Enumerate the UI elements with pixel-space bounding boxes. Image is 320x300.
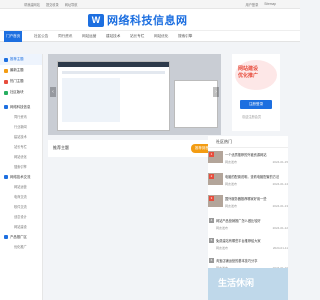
rank-badge: 1 (209, 152, 214, 157)
sidebar-sub-item[interactable]: 建站技术 (0, 132, 42, 142)
next-arrow-icon[interactable]: › (213, 87, 219, 97)
nav-item[interactable]: 同行资讯 (56, 31, 74, 42)
banner-image (57, 61, 170, 131)
sidebar-sub-item[interactable]: 创意设计 (0, 212, 42, 222)
nav-item[interactable]: 搜索引擎 (176, 31, 194, 42)
nav-item-home[interactable]: 门户首页 (4, 31, 23, 42)
recommend-title: 推荐主题 (53, 145, 69, 150)
item-date: 2024-01-15 (272, 160, 288, 164)
nav-item[interactable]: 站长专栏 (128, 31, 146, 42)
sidebar-sub-item[interactable]: 网站优化 (0, 152, 42, 162)
list-item[interactable]: 1 一个优质推荐的外链资源网站 网友发布 2024-01-15 (208, 150, 288, 171)
list-item[interactable]: 5 免费建站有哪些平台推荐给大家 网友发布 2024-01-11 (208, 236, 288, 257)
register-card: 网站建设 优化推广 注册登录 欢迎注册会员 (232, 54, 280, 131)
sidebar-sub-item[interactable]: 优化推广 (0, 242, 42, 252)
promo-line: 网站建设 (238, 66, 259, 72)
sidebar-sub-item[interactable]: 网站运营 (0, 182, 42, 192)
fire-icon (4, 79, 8, 84)
top-bar: 帮我建网站 提交收录 网址导航 用户登录 Sitemap (0, 0, 300, 9)
star-icon (4, 57, 8, 62)
item-title[interactable]: 国外服务器推荐哪家好用一些 (225, 196, 288, 201)
banner-carousel[interactable]: ‹ › (48, 54, 221, 135)
register-button[interactable]: 注册登录 (240, 100, 272, 109)
main-nav: 门户首页 社区公告 同行资讯 网站运营 建站技术 站长专栏 网站优化 搜索引擎 (0, 30, 300, 42)
sidebar-item-label: 社区版块 (10, 90, 24, 94)
sidebar-sub-item[interactable]: 同行资讯 (0, 112, 42, 122)
sitemap-link[interactable]: Sitemap (264, 2, 276, 7)
item-author: 网友发布 (216, 246, 229, 250)
sidebar-group[interactable]: 网络技术交流 (0, 172, 42, 182)
sidebar-group[interactable]: 网络科技信息 (0, 102, 42, 112)
top-link[interactable]: 提交收录 (46, 2, 59, 7)
item-author: 网友发布 (225, 182, 238, 186)
sidebar-item-recommended[interactable]: 推荐主题 (0, 54, 42, 65)
ad-text: 生活休闲 (218, 279, 255, 289)
sidebar-group[interactable]: 产品推广区 (0, 232, 42, 242)
rank-badge: 4 (209, 218, 214, 223)
rank-badge: 3 (209, 196, 214, 201)
item-title[interactable]: 一个优质推荐的外链资源网站 (225, 152, 288, 157)
login-link[interactable]: 用户登录 (246, 2, 259, 7)
site-title: 网络科技信息网 (107, 14, 188, 27)
sidebar-sub-item[interactable]: 行业新闻 (0, 122, 42, 132)
item-author: 网友发布 (225, 160, 238, 164)
sidebar-sub-item[interactable]: 软件交流 (0, 202, 42, 212)
logo-icon: W (88, 13, 104, 27)
list-item[interactable]: 3 国外服务器推荐哪家好用一些 网友发布 2024-01-13 (208, 194, 288, 215)
prev-arrow-icon[interactable]: ‹ (50, 87, 56, 97)
sidebar-sub-item[interactable]: 电商交流 (0, 192, 42, 202)
promo-line: 优化推广 (238, 73, 259, 79)
ad-banner[interactable]: 生活休闲 (208, 268, 288, 300)
sidebar-group-label: 网络技术交流 (10, 175, 31, 179)
folder-icon (4, 175, 8, 179)
item-date: 2024-01-13 (272, 204, 288, 208)
nav-item[interactable]: 网站运营 (80, 31, 98, 42)
sidebar: 推荐主题 最新主题 热门主题 社区版块 网络科技信息 同行资讯 行业新闻 建站技… (0, 54, 43, 300)
top-link[interactable]: 帮我建网站 (24, 2, 40, 7)
clock-icon (4, 68, 8, 73)
item-date: 2024-01-14 (272, 182, 288, 186)
sidebar-sub-item[interactable]: 搜索引擎 (0, 162, 42, 172)
folder-icon (4, 235, 8, 239)
list-item[interactable]: 4 网站产品营销推广怎么做比较好 网友发布 2024-01-12 (208, 216, 288, 237)
sidebar-group-label: 网络科技信息 (10, 105, 31, 109)
register-hint: 欢迎注册会员 (242, 115, 262, 119)
grid-icon (4, 90, 8, 95)
top-link[interactable]: 网址导航 (65, 2, 78, 7)
nav-item[interactable]: 社区公告 (32, 31, 50, 42)
folder-icon (4, 105, 8, 109)
item-date: 2024-01-11 (272, 246, 288, 250)
sidebar-group-label: 产品推广区 (10, 235, 27, 239)
banner-image-secondary (174, 80, 218, 128)
sidebar-item-label: 最新主题 (10, 68, 24, 72)
promo-text: 网站建设 优化推广 (238, 66, 258, 80)
item-title[interactable]: 网站产品营销推广怎么做比较好 (216, 218, 288, 223)
sidebar-item-latest[interactable]: 最新主题 (0, 65, 42, 76)
site-logo[interactable]: W 网络科技信息网 (88, 12, 188, 28)
sidebar-sub-item[interactable]: 站长专栏 (0, 142, 42, 152)
item-title[interactable]: 免费建站有哪些平台推荐给大家 (216, 238, 288, 243)
recommend-bar: 推荐主题 推荐到首页 (48, 140, 221, 157)
item-author: 网友发布 (216, 226, 229, 230)
list-item[interactable]: 2 电脑的配置说明，查看电脑配置的方法 网友发布 2024-01-14 (208, 172, 288, 193)
rank-badge: 5 (209, 238, 214, 243)
rank-badge: 6 (209, 258, 214, 263)
hot-list-title: 社区热门 (208, 136, 288, 148)
rank-badge: 2 (209, 174, 214, 179)
sidebar-item-boards[interactable]: 社区版块 (0, 87, 42, 98)
nav-item[interactable]: 网站优化 (152, 31, 170, 42)
item-title[interactable]: 电脑的配置说明，查看电脑配置的方法 (225, 174, 288, 179)
sidebar-item-label: 热门主题 (10, 79, 24, 83)
nav-item[interactable]: 建站技术 (104, 31, 122, 42)
sidebar-item-hot[interactable]: 热门主题 (0, 76, 42, 87)
header: W 网络科技信息网 (0, 9, 300, 30)
item-author: 网友发布 (225, 204, 238, 208)
item-title[interactable]: 淘宝店铺运营的基本技巧分享 (216, 258, 288, 263)
item-date: 2024-01-12 (272, 226, 288, 230)
sidebar-sub-item[interactable]: 网站建设 (0, 222, 42, 232)
sidebar-item-label: 推荐主题 (10, 57, 24, 61)
